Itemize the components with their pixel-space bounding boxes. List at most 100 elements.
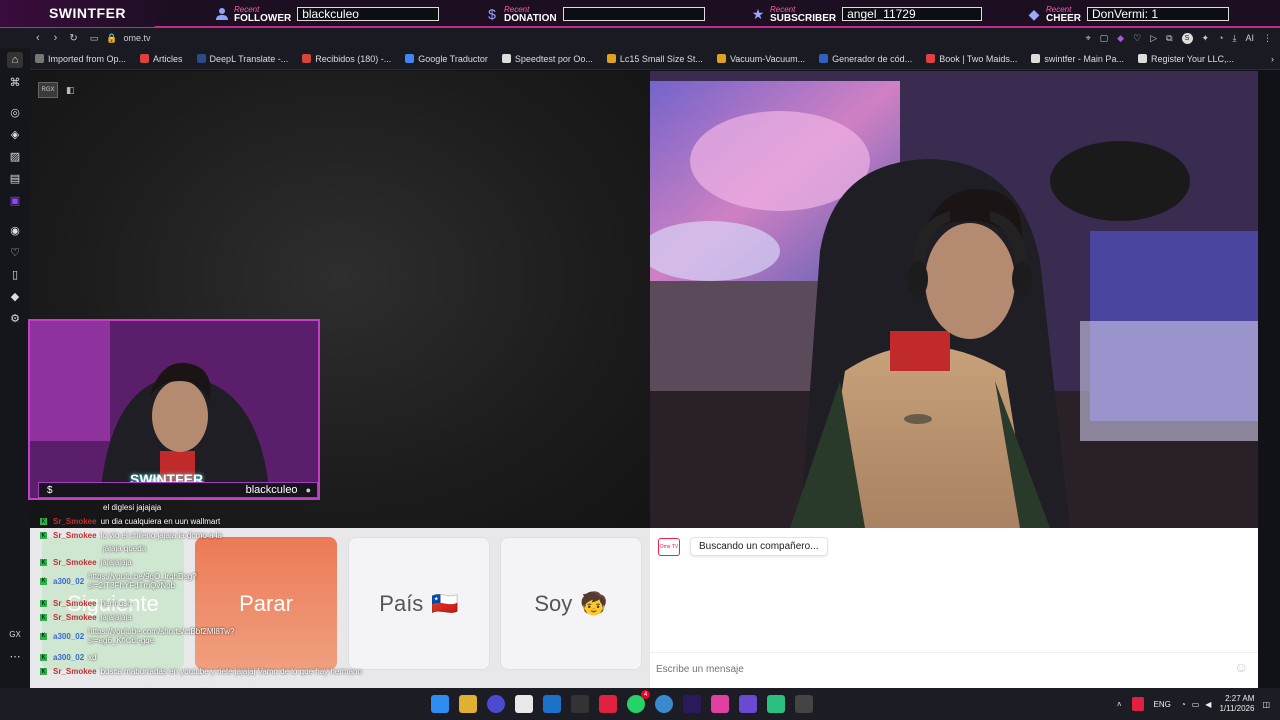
cube-icon[interactable]: ◆ <box>7 288 23 304</box>
subscriber-stat: ★ Recent SUBSCRIBER angel_11729 <box>750 0 983 28</box>
pin-icon[interactable]: ⌖ <box>1086 33 1091 44</box>
obs-icon[interactable] <box>739 695 757 713</box>
explorer-icon[interactable] <box>459 695 477 713</box>
ai-button[interactable]: AI <box>1245 33 1254 43</box>
notification-badge: 4 <box>641 690 650 699</box>
snap-icon[interactable]: ⧉ <box>1166 33 1172 44</box>
favicon-icon <box>35 54 44 63</box>
kick-badge-icon: K <box>40 668 47 675</box>
clock-time[interactable]: 2:27 AM <box>1225 694 1254 704</box>
menu-icon[interactable]: ⋮ <box>1263 33 1272 44</box>
reload-icon[interactable]: ↻ <box>69 33 77 44</box>
bookmark-item[interactable]: Articles <box>140 54 183 64</box>
rgx-badge[interactable]: RGX <box>38 82 58 98</box>
gamepad-icon[interactable]: ⌘ <box>7 74 23 90</box>
notes-icon[interactable]: ▯ <box>7 266 23 282</box>
chevron-up-icon[interactable]: ˄ <box>1117 700 1122 709</box>
bookmark-item[interactable]: Speedtest por Oo... <box>501 53 593 64</box>
download-icon[interactable]: ⤓ <box>1233 33 1237 44</box>
bookmark-label: Recibidos (180) -... <box>315 53 392 64</box>
player-icon[interactable]: ◉ <box>7 222 23 238</box>
bookmark-item[interactable]: swintfer - Main Pa... <box>1031 54 1124 64</box>
bookmark-item[interactable]: Recibidos (180) -... <box>302 54 391 64</box>
favicon-icon <box>302 54 312 63</box>
play-icon[interactable]: ▷ <box>1150 33 1157 44</box>
back-icon[interactable]: ‹ <box>36 32 40 44</box>
favicon-icon <box>1137 54 1147 63</box>
bookmark-label: Speedtest por Oo... <box>514 53 593 64</box>
lock-icon: 🔒 <box>106 32 118 43</box>
user-icon[interactable]: ◔ <box>1218 33 1223 43</box>
bookmark-item[interactable]: Register Your LLC,... <box>1137 54 1234 64</box>
favicon-icon <box>716 54 726 63</box>
notifications-icon[interactable]: ◫ <box>1262 700 1270 709</box>
chat-message: K Sr_Smokee hermoso <box>40 599 132 608</box>
bookmark-item[interactable]: Imported from Op... <box>35 54 126 64</box>
chevron-right-icon[interactable]: › <box>1271 54 1274 64</box>
message-input[interactable] <box>656 661 1216 677</box>
screenshot-icon[interactable]: ▢ <box>1100 33 1109 44</box>
chat-app-icon[interactable] <box>767 695 785 713</box>
country-button[interactable]: País 🇨🇱 <box>348 537 490 670</box>
bookmark-item[interactable]: Generador de cód... <box>819 54 912 64</box>
browser-toolbar: ‹ › ↻ ▭ 🔒 ome.tv ⌖ ▢ ◆ ♡ ▷ ⧉ S ✦ ◔ ⤓ AI … <box>0 28 1280 48</box>
outlook-icon[interactable] <box>543 695 561 713</box>
sidebar-toggle-icon[interactable]: ◧ <box>66 85 75 96</box>
favicon-icon <box>1031 54 1041 63</box>
heart-icon[interactable]: ♡ <box>7 244 23 260</box>
bookmark-item[interactable]: Vacuum-Vacuum... <box>716 54 805 64</box>
bag-icon[interactable]: ◈ <box>7 126 23 142</box>
twitch-icon[interactable]: ▣ <box>7 192 23 208</box>
browser-icon[interactable] <box>487 695 505 713</box>
bookmark-item[interactable]: Book | Two Maids... <box>926 54 1017 64</box>
snapshot-icon[interactable]: ▭ <box>90 33 99 44</box>
speed-dial-icon[interactable]: ◎ <box>7 104 23 120</box>
cam-follower-bar: $ blackculeo ● <box>38 482 318 498</box>
whatsapp-icon[interactable]: 4 <box>627 690 650 713</box>
photo-icon[interactable]: ▨ <box>7 148 23 164</box>
mic-icon[interactable] <box>1131 697 1144 711</box>
webcam-overlay: SWINTFER <box>28 319 320 500</box>
favicon-icon <box>140 54 150 63</box>
bookmark-label: Lc15 Small Size St... <box>619 53 703 64</box>
person-icon: ● <box>305 485 311 495</box>
language-indicator[interactable]: ENG <box>1154 700 1171 709</box>
photos-icon[interactable] <box>711 695 729 713</box>
wifi-icon[interactable]: ◔ <box>1181 700 1186 709</box>
gender-button[interactable]: Soy 🧒 <box>500 537 642 670</box>
forward-icon[interactable]: › <box>54 32 58 44</box>
kick-badge-icon: K <box>40 654 47 661</box>
extensions-icon[interactable]: ✦ <box>1202 33 1210 44</box>
globe-icon[interactable] <box>655 695 673 713</box>
chat-username: Sr_Smokee <box>53 517 97 526</box>
bookmark-item[interactable]: DeepL Translate -... <box>196 54 288 64</box>
speaker-icon[interactable]: ◀ <box>1205 700 1211 709</box>
chat-message: Ka300_02 https://youtu.be/9gO_lrqhDsg?si=… <box>40 572 248 590</box>
monitor-icon[interactable]: ▭ <box>1192 700 1200 709</box>
bookmark-label: Book | Two Maids... <box>939 53 1018 64</box>
clock-date[interactable]: 1/11/2026 <box>1219 704 1254 714</box>
chat-username: Sr_Smokee <box>53 667 97 676</box>
profile-icon[interactable]: S <box>1181 32 1193 44</box>
app-icon[interactable] <box>571 695 589 713</box>
bookmark-item[interactable]: Lc15 Small Size St... <box>606 53 703 64</box>
home-icon[interactable]: ⌂ <box>7 52 23 68</box>
store-icon[interactable] <box>515 695 533 713</box>
favicon-icon <box>501 54 511 63</box>
chat-message: K Sr_Smokee lo vio el chileno jajaja la do… <box>40 531 222 540</box>
settings-icon[interactable]: ⚙ <box>7 310 23 326</box>
app2-icon[interactable] <box>795 695 813 713</box>
premiere-icon[interactable] <box>683 695 701 713</box>
chat-panel: Ome TV Buscando un compañero... ☺ <box>650 528 1258 688</box>
person-icon <box>214 6 230 22</box>
bookmark-item[interactable]: Google Traductor <box>405 54 488 64</box>
emoji-icon[interactable]: ☺ <box>1234 659 1248 675</box>
subscriber-value: angel_11729 <box>842 7 983 21</box>
heart-icon[interactable]: ♡ <box>1133 33 1141 44</box>
vpn-icon[interactable]: ◆ <box>1117 33 1124 44</box>
opera-gx-icon[interactable] <box>599 695 617 713</box>
kick-badge-icon: K <box>40 577 47 585</box>
start-icon[interactable] <box>431 695 449 713</box>
inbox-icon[interactable]: ▤ <box>7 170 23 186</box>
address-bar[interactable]: ome.tv <box>123 33 150 43</box>
